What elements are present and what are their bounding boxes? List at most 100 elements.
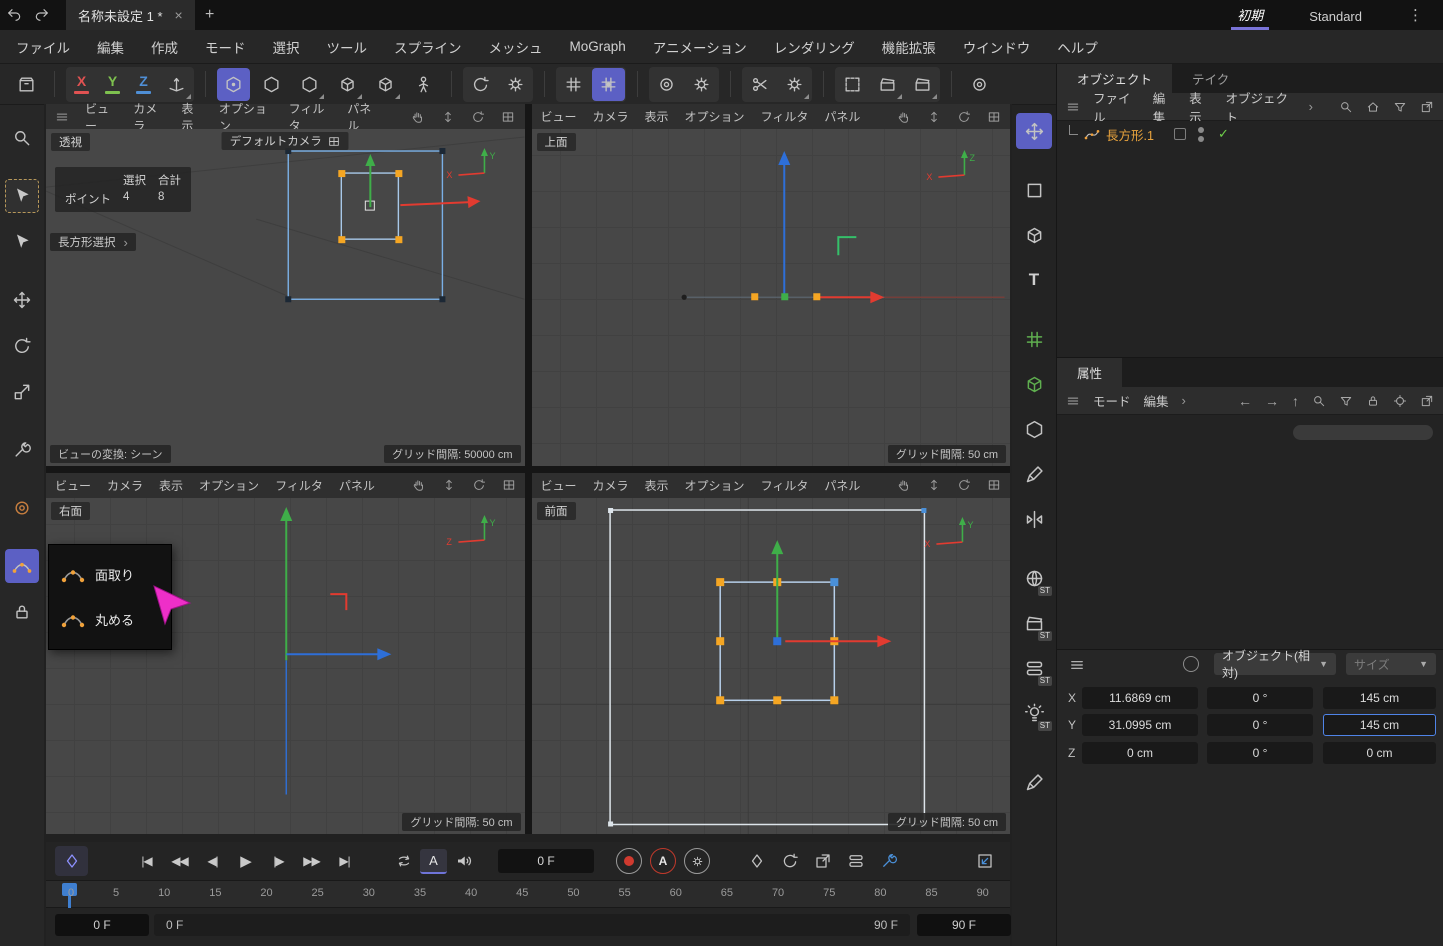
pan-view-icon[interactable] xyxy=(897,110,911,124)
toggle-view-icon[interactable] xyxy=(987,478,1001,492)
range-start-handle[interactable]: 0 F xyxy=(166,918,183,932)
next-key-button[interactable]: ▶▶ xyxy=(295,846,328,876)
play-button[interactable]: ▶ xyxy=(229,846,262,876)
array-object-button[interactable] xyxy=(1016,321,1052,357)
viewport-menu-view[interactable]: ビュー xyxy=(541,108,577,125)
om-panel-menu-icon[interactable] xyxy=(1066,100,1080,114)
viewport-canvas-right[interactable]: 右面 Y Z 面取り xyxy=(46,498,525,835)
menu-edit[interactable]: 編集 xyxy=(97,37,124,57)
previous-key-button[interactable]: ◀◀ xyxy=(163,846,196,876)
coords-mode-dropdown[interactable]: オブジェクト(相対)▼ xyxy=(1214,653,1336,675)
point-handle[interactable] xyxy=(773,696,781,704)
viewport-canvas-perspective[interactable]: 透視 デフォルトカメラ 選択 合計 ポイント 4 8 長方形選択 › xyxy=(46,129,525,466)
workplane-grid-button[interactable] xyxy=(557,68,590,101)
instance-object-button[interactable] xyxy=(1016,366,1052,402)
position-y-field[interactable]: 31.0995 cm xyxy=(1082,714,1198,736)
point-handle[interactable] xyxy=(716,637,724,645)
dolly-view-icon[interactable] xyxy=(927,478,941,492)
om-search-icon[interactable] xyxy=(1339,100,1353,114)
attr-target-icon[interactable] xyxy=(1393,394,1407,408)
menu-mograph[interactable]: MoGraph xyxy=(570,39,626,54)
axis-center-button[interactable] xyxy=(650,68,683,101)
layer-icon[interactable] xyxy=(1174,128,1186,140)
viewport-canvas-front[interactable]: 前面 xyxy=(532,498,1011,835)
point-handle[interactable] xyxy=(781,293,788,300)
menu-tools[interactable]: ツール xyxy=(327,37,368,57)
size-z-field[interactable]: 0 cm xyxy=(1323,742,1436,764)
render-picture-viewer-button[interactable] xyxy=(871,68,904,101)
viewport-menu-view[interactable]: ビュー xyxy=(541,477,577,494)
layout-menu-icon[interactable]: ⋮ xyxy=(1402,6,1429,24)
om-home-icon[interactable] xyxy=(1366,100,1380,114)
om-menu-objects[interactable]: オブジェクト xyxy=(1226,88,1296,126)
menu-render[interactable]: レンダリング xyxy=(774,37,855,57)
orbit-view-icon[interactable] xyxy=(471,110,485,124)
record-keyframe-button[interactable] xyxy=(616,848,642,874)
toggle-view-icon[interactable] xyxy=(502,478,516,492)
om-menu-view[interactable]: 表示 xyxy=(1189,88,1212,126)
model-mode-button[interactable] xyxy=(331,68,364,101)
camera-selector[interactable]: デフォルトカメラ xyxy=(222,132,349,150)
tab-attributes[interactable]: 属性 xyxy=(1057,358,1122,387)
point-handle[interactable] xyxy=(338,236,345,243)
point-handle[interactable] xyxy=(395,170,402,177)
light-object-button[interactable]: ST xyxy=(1016,695,1052,731)
sky-object-button[interactable]: ST xyxy=(1016,560,1052,596)
current-frame-field[interactable]: 0 F xyxy=(498,849,594,873)
viewport-menu-view[interactable]: ビュー xyxy=(55,477,91,494)
document-tab[interactable]: 名称未設定 1 * × xyxy=(66,0,195,30)
menu-spline[interactable]: スプライン xyxy=(394,37,462,57)
undo-button[interactable] xyxy=(0,1,28,29)
axis-settings-button[interactable] xyxy=(685,68,718,101)
points-mode-button[interactable] xyxy=(217,68,250,101)
attr-filter-icon[interactable] xyxy=(1339,394,1353,408)
menu-create[interactable]: 作成 xyxy=(151,37,178,57)
om-menu-file[interactable]: ファイル xyxy=(1093,88,1140,126)
active-tool-chip[interactable]: 長方形選択 › xyxy=(50,233,136,251)
orbit-view-icon[interactable] xyxy=(957,478,971,492)
viewport-menu-icon[interactable] xyxy=(55,110,69,124)
point-handle[interactable] xyxy=(338,170,345,177)
viewport-canvas-top[interactable]: 上面 Z X グリッ xyxy=(532,129,1011,466)
render-settings-button[interactable] xyxy=(906,68,939,101)
visibility-dots-icon[interactable] xyxy=(1198,127,1204,142)
keyframe-settings-button[interactable] xyxy=(684,848,710,874)
move-tool-button[interactable] xyxy=(5,283,39,317)
size-y-field[interactable]: 145 cm xyxy=(1323,714,1436,736)
tweak-tool-button[interactable] xyxy=(5,433,39,467)
gizmo-center-handle[interactable] xyxy=(773,637,781,645)
om-filter-icon[interactable] xyxy=(1393,100,1407,114)
render-active-view-button[interactable] xyxy=(836,68,869,101)
editor-camera-button[interactable] xyxy=(963,68,996,101)
menu-select[interactable]: 選択 xyxy=(273,37,300,57)
menu-file[interactable]: ファイル xyxy=(16,37,70,57)
position-z-field[interactable]: 0 cm xyxy=(1082,742,1198,764)
attr-search-icon[interactable] xyxy=(1312,394,1326,408)
om-menu-overflow[interactable]: › xyxy=(1309,99,1313,114)
minimize-timeline-button[interactable] xyxy=(968,846,1001,876)
orbit-view-icon[interactable] xyxy=(957,110,971,124)
polygon-object-button[interactable] xyxy=(1016,411,1052,447)
key-parameter-button[interactable] xyxy=(839,846,872,876)
viewport-menu-filter[interactable]: フィルタ xyxy=(761,477,809,494)
character-tool-button[interactable] xyxy=(407,68,440,101)
rotation-h-field[interactable]: 0 ° xyxy=(1207,687,1313,709)
viewport-menu-display[interactable]: 表示 xyxy=(645,477,669,494)
viewport-menu-options[interactable]: オプション xyxy=(199,477,259,494)
spline-rectangle-outline[interactable] xyxy=(610,510,924,824)
attr-popout-icon[interactable] xyxy=(1420,394,1434,408)
toggle-view-icon[interactable] xyxy=(987,110,1001,124)
stage-object-button[interactable]: ST xyxy=(1016,605,1052,641)
edges-mode-button[interactable] xyxy=(255,68,288,101)
menu-extensions[interactable]: 機能拡張 xyxy=(882,37,936,57)
coords-sphere-icon[interactable] xyxy=(1183,656,1199,672)
scale-tool-button[interactable] xyxy=(5,375,39,409)
orbit-view-icon[interactable] xyxy=(472,478,486,492)
refresh-view-button[interactable] xyxy=(464,68,497,101)
goto-start-button[interactable]: |◀ xyxy=(130,846,163,876)
attr-back-icon[interactable]: ← xyxy=(1238,393,1252,409)
rotation-b-field[interactable]: 0 ° xyxy=(1207,742,1313,764)
key-snap-button[interactable] xyxy=(872,846,905,876)
viewport-menu-panel[interactable]: パネル xyxy=(339,477,375,494)
redo-button[interactable] xyxy=(28,1,56,29)
